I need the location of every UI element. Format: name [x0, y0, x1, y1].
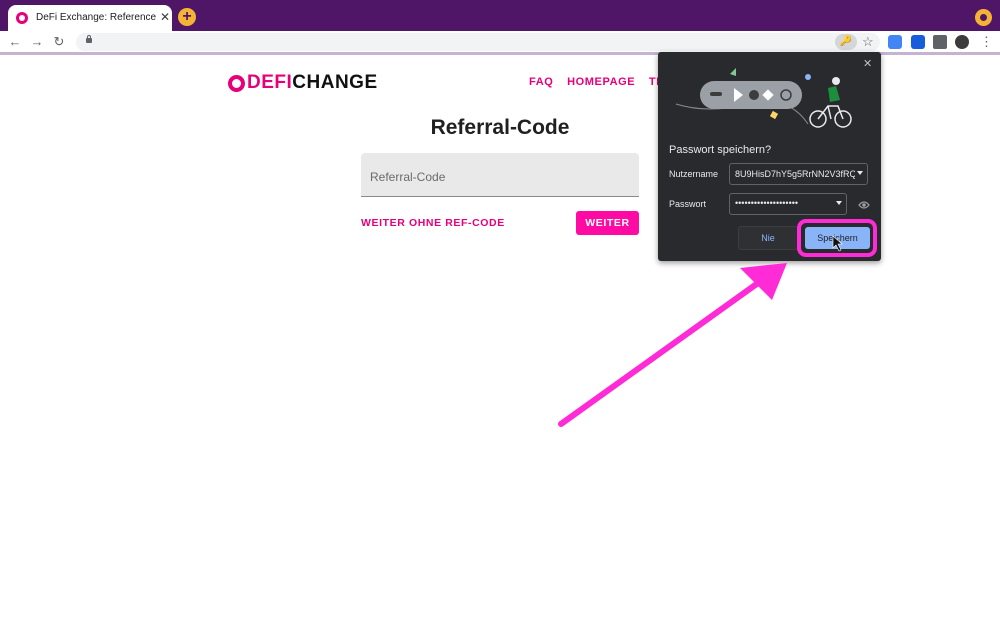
logo-text-prefix: DEFI — [247, 72, 293, 93]
password-select[interactable]: •••••••••••••••••••• — [729, 193, 847, 215]
username-value: 8U9HisD7hY5g5RrNN2V3fRQt — [735, 169, 855, 179]
back-button[interactable]: ← — [7, 34, 23, 50]
site-favicon-icon — [16, 12, 28, 24]
site-logo[interactable]: DEFI CHANGE — [228, 72, 378, 94]
referral-code-input[interactable]: Referral-Code — [361, 153, 639, 197]
continue-without-code-link[interactable]: WEITER OHNE REF-CODE — [361, 217, 505, 229]
username-select[interactable]: 8U9HisD7hY5g5RrNN2V3fRQt — [729, 163, 868, 185]
bitwarden-extension-icon[interactable] — [911, 35, 925, 49]
save-button[interactable]: Speichern — [805, 227, 870, 249]
chrome-menu-icon[interactable]: ⋮ — [980, 34, 993, 50]
dialog-heading: Passwort speichern? — [669, 144, 772, 156]
nav-link-homepage[interactable]: HOMEPAGE — [567, 76, 635, 88]
bookmark-star-icon[interactable]: ☆ — [862, 33, 874, 51]
dialog-close-icon[interactable]: ✕ — [863, 57, 872, 70]
chevron-down-icon — [836, 201, 842, 205]
profile-icon[interactable] — [975, 9, 992, 26]
page-title: Referral-Code — [430, 116, 570, 139]
translate-extension-icon[interactable] — [888, 35, 902, 49]
tab-title: DeFi Exchange: Reference — [36, 12, 157, 23]
browser-tab-strip: DeFi Exchange: Reference ✕ + — [0, 0, 1000, 32]
password-value: •••••••••••••••••••• — [735, 198, 799, 208]
never-button[interactable]: Nie — [738, 226, 798, 250]
logo-text-suffix: CHANGE — [292, 72, 378, 93]
extensions-puzzle-icon[interactable] — [933, 35, 947, 49]
lock-icon — [86, 35, 92, 43]
logo-mark-icon — [228, 74, 245, 92]
chevron-down-icon — [857, 171, 863, 175]
nav-link-faq[interactable]: FAQ — [529, 76, 553, 88]
account-avatar-icon[interactable] — [955, 35, 969, 49]
forward-button[interactable]: → — [29, 34, 45, 50]
password-illustration-icon — [675, 68, 852, 128]
password-label: Passwort — [669, 199, 707, 209]
browser-tab[interactable]: DeFi Exchange: Reference ✕ — [8, 5, 172, 32]
new-tab-button[interactable]: + — [178, 8, 196, 26]
show-password-eye-icon[interactable] — [858, 200, 870, 210]
key-icon[interactable]: 🔑 — [835, 34, 857, 50]
continue-button[interactable]: WEITER — [576, 211, 639, 235]
referral-code-placeholder: Referral-Code — [370, 170, 446, 184]
address-bar[interactable]: 🔑 ☆ — [76, 33, 880, 51]
username-label: Nutzername — [669, 169, 719, 179]
reload-button[interactable]: ↻ — [51, 34, 67, 50]
tab-close-icon[interactable]: ✕ — [160, 10, 170, 24]
